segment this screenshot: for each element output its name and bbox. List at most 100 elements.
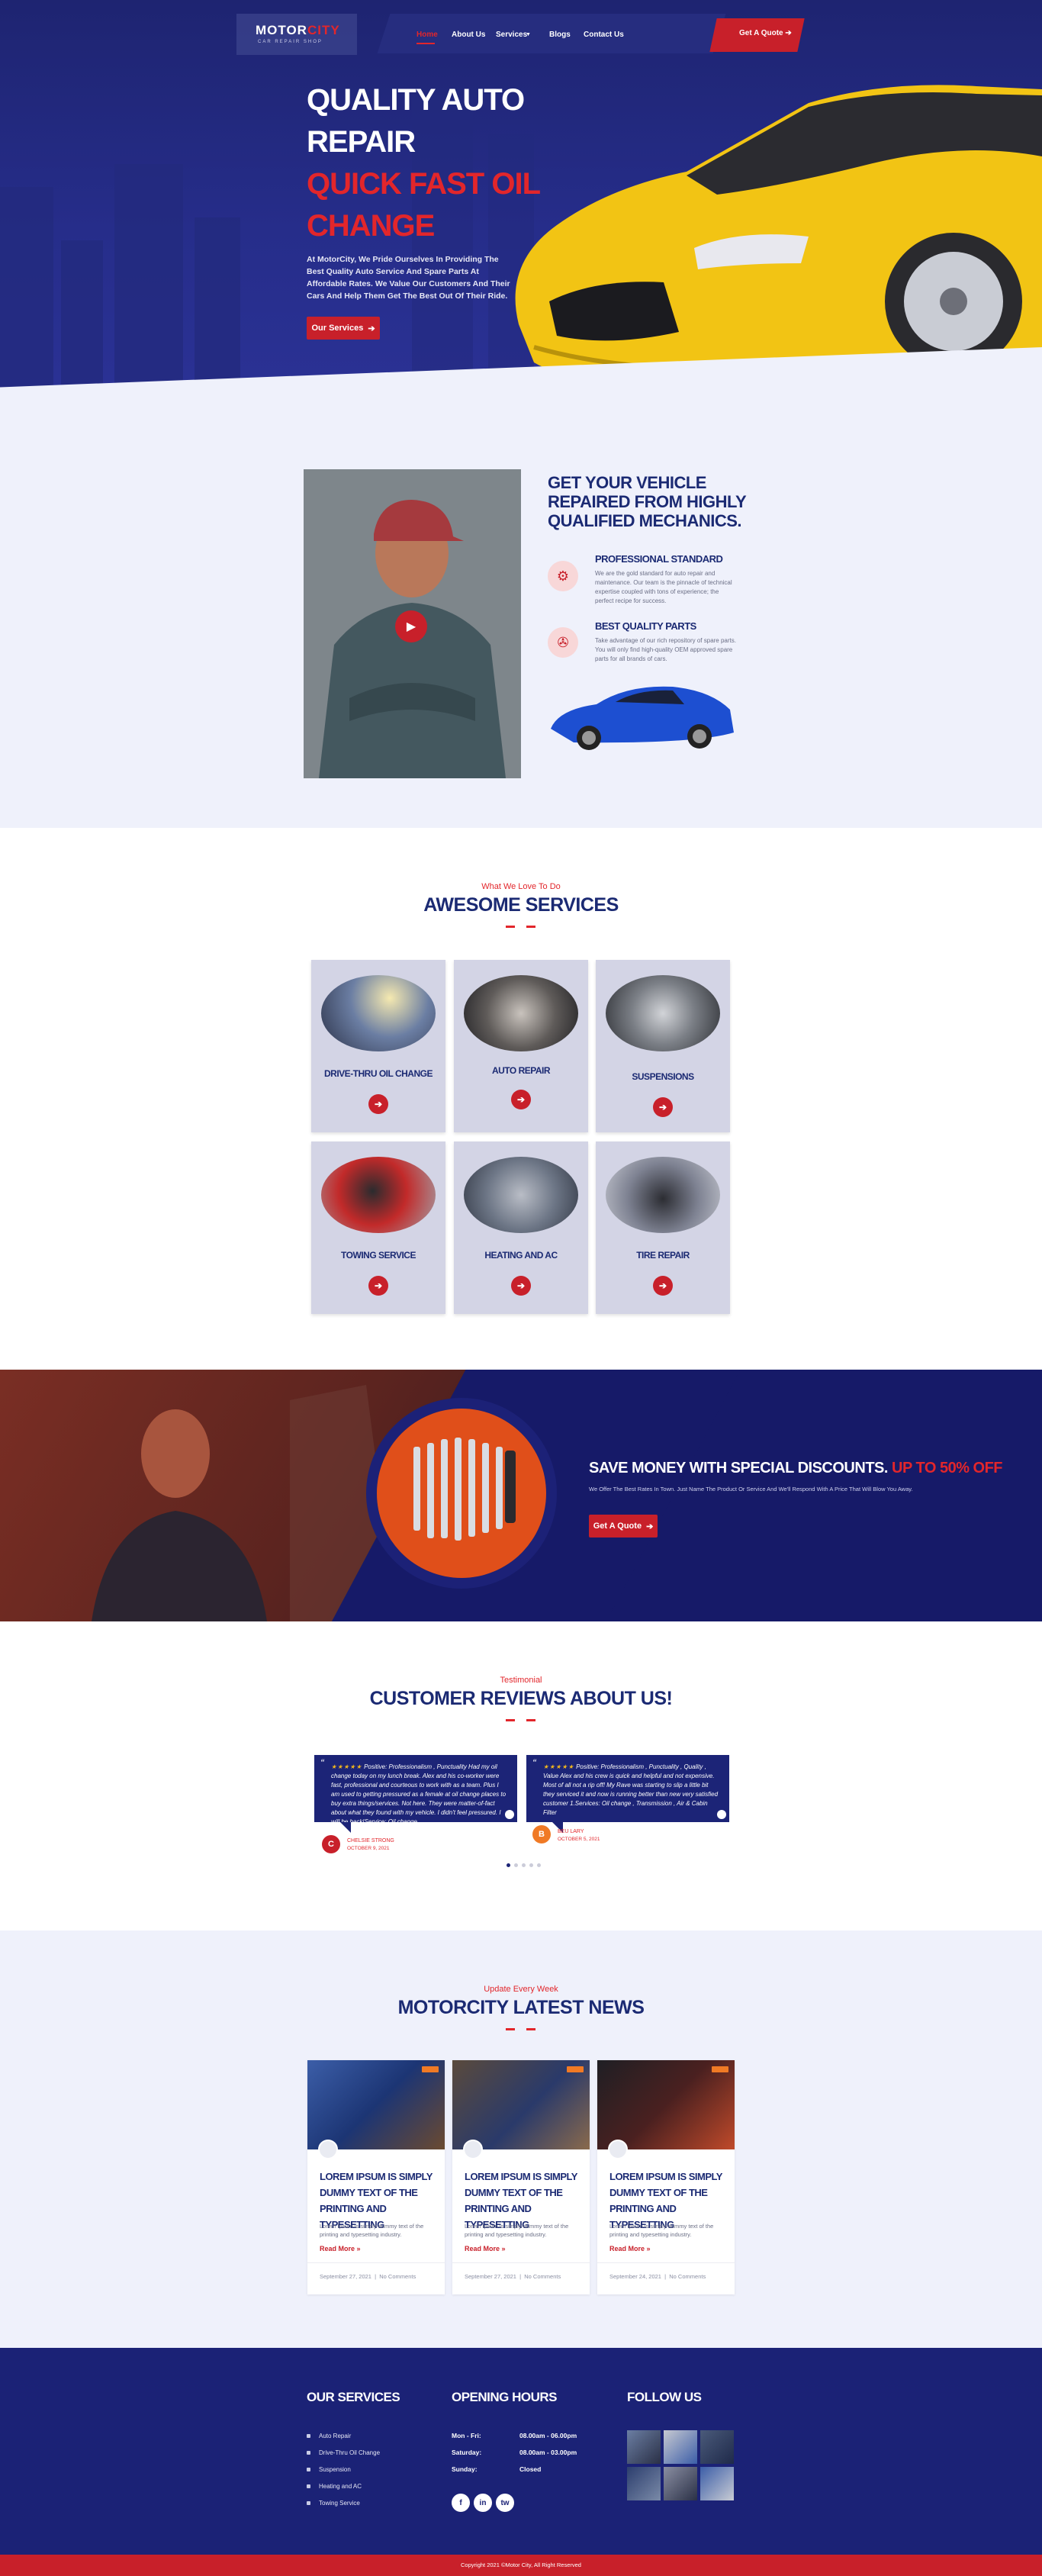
footer-service-link[interactable]: Heating and AC — [319, 2483, 362, 2490]
read-more-link[interactable]: Read More » — [320, 2245, 361, 2252]
service-name: DRIVE-THRU OIL CHANGE — [324, 1068, 433, 1079]
news-card[interactable]: LOREM IPSUM IS SIMPLY DUMMY TEXT OF THE … — [452, 2060, 590, 2294]
instagram-thumb[interactable] — [627, 2430, 661, 2464]
author-avatar — [463, 2140, 483, 2159]
carousel-dot[interactable] — [537, 1863, 541, 1867]
linkedin-icon[interactable]: in — [474, 2494, 492, 2512]
news-excerpt: Lorem Ipsum is simply dummy text of the … — [465, 2223, 569, 2238]
testimonials-section: Testimonial CUSTOMER REVIEWS ABOUT US! “… — [0, 1621, 1042, 1930]
service-image — [321, 1157, 436, 1233]
carousel-dot[interactable] — [507, 1863, 510, 1867]
hero-title-line4: CHANGE — [307, 209, 435, 243]
nav-about[interactable]: About Us — [452, 31, 485, 39]
bullet-icon — [307, 2501, 310, 2505]
footer-service-link[interactable]: Auto Repair — [319, 2433, 351, 2439]
instagram-thumb[interactable] — [700, 2430, 734, 2464]
hours-day: Mon - Fri: — [452, 2432, 481, 2439]
testimonials-kicker: Testimonial — [500, 1676, 542, 1685]
nav-contact[interactable]: Contact Us — [584, 31, 624, 39]
nav-blogs[interactable]: Blogs — [549, 31, 571, 39]
title-divider — [506, 1719, 515, 1721]
news-card[interactable]: LOREM IPSUM IS SIMPLY DUMMY TEXT OF THE … — [597, 2060, 735, 2294]
service-card[interactable]: TOWING SERVICE ➔ — [311, 1141, 445, 1314]
footer-service-link[interactable]: Towing Service — [319, 2500, 360, 2507]
arrow-right-icon[interactable]: ➔ — [368, 1094, 388, 1114]
discount-section: SAVE MONEY WITH SPECIAL DISCOUNTS. UP TO… — [0, 1370, 1042, 1621]
read-more-link[interactable]: Read More » — [465, 2245, 506, 2252]
logo[interactable]: MOTORCITY — [256, 23, 340, 38]
arrow-right-icon[interactable]: ➔ — [511, 1276, 531, 1296]
feature-text: Take advantage of our rich repository of… — [595, 637, 736, 662]
carousel-dot[interactable] — [514, 1863, 518, 1867]
carousel-dot[interactable] — [529, 1863, 533, 1867]
service-name: TOWING SERVICE — [341, 1250, 416, 1261]
get-quote-label[interactable]: Get A Quote ➔ — [739, 29, 792, 37]
reviewer-name: BEU LARY — [558, 1829, 584, 1834]
footer-service-link[interactable]: Drive-Thru Oil Change — [319, 2449, 380, 2456]
service-image — [321, 975, 436, 1051]
discount-quote-button[interactable]: Get A Quote ➔ — [589, 1515, 658, 1538]
star-rating: ★★★★★ — [543, 1763, 574, 1770]
copyright-text: Copyright 2021 ©Motor City, All Right Re… — [461, 2562, 581, 2568]
google-icon — [717, 1810, 726, 1819]
avatar: C — [322, 1835, 340, 1853]
discount-title: SAVE MONEY WITH SPECIAL DISCOUNTS. UP TO… — [589, 1460, 1003, 1476]
category-badge — [712, 2066, 728, 2072]
service-card[interactable]: AUTO REPAIR ➔ — [454, 960, 588, 1132]
instagram-thumb[interactable] — [627, 2467, 661, 2500]
chevron-down-icon[interactable]: ▼ — [526, 32, 531, 37]
read-more-link[interactable]: Read More » — [609, 2245, 651, 2252]
nav-services[interactable]: Services — [496, 31, 527, 39]
hours-time: 08.00am - 06.00pm — [519, 2432, 577, 2439]
title-divider — [506, 2028, 515, 2030]
nav-home[interactable]: Home — [416, 31, 438, 39]
bullet-icon — [307, 2451, 310, 2455]
news-excerpt: Lorem Ipsum is simply dummy text of the … — [609, 2223, 714, 2238]
instagram-thumb[interactable] — [664, 2467, 697, 2500]
title-divider — [526, 1719, 535, 1721]
about-title: GET YOUR VEHICLE REPAIRED FROM HIGHLY QU… — [548, 473, 746, 530]
divider — [307, 2262, 445, 2263]
hours-time: 08.00am - 03.00pm — [519, 2449, 577, 2456]
hours-day: Sunday: — [452, 2465, 478, 2473]
arrow-right-icon: ➔ — [785, 29, 792, 37]
bullet-icon — [307, 2484, 310, 2488]
news-meta: September 24, 2021 | No Comments — [609, 2273, 706, 2280]
news-meta: September 27, 2021 | No Comments — [465, 2273, 561, 2280]
service-image — [464, 1157, 578, 1233]
instagram-thumb[interactable] — [664, 2430, 697, 2464]
instagram-thumb[interactable] — [700, 2467, 734, 2500]
logo-subtitle: CAR REPAIR SHOP — [258, 40, 323, 44]
skyline-building — [114, 164, 183, 416]
our-services-button[interactable]: Our Services ➔ — [307, 317, 380, 340]
title-divider — [506, 926, 515, 928]
author-avatar — [608, 2140, 628, 2159]
mechanic-photo: ▶ — [304, 469, 521, 778]
service-card[interactable]: TIRE REPAIR ➔ — [596, 1141, 730, 1314]
bullet-icon — [307, 2468, 310, 2471]
carousel-dots[interactable] — [507, 1863, 541, 1867]
arrow-right-icon[interactable]: ➔ — [368, 1276, 388, 1296]
skyline-building — [0, 187, 53, 416]
service-card[interactable]: SUSPENSIONS ➔ — [596, 960, 730, 1132]
feature-title: PROFESSIONAL STANDARD — [595, 553, 723, 565]
hours-time: Closed — [519, 2465, 542, 2473]
arrow-right-icon[interactable]: ➔ — [653, 1097, 673, 1117]
footer-service-link[interactable]: Suspension — [319, 2466, 351, 2473]
service-card[interactable]: HEATING AND AC ➔ — [454, 1141, 588, 1314]
service-card[interactable]: DRIVE-THRU OIL CHANGE ➔ — [311, 960, 445, 1132]
wrench-set-icon — [413, 1438, 516, 1541]
divider — [452, 2262, 590, 2263]
news-card[interactable]: LOREM IPSUM IS SIMPLY DUMMY TEXT OF THE … — [307, 2060, 445, 2294]
title-divider — [526, 2028, 535, 2030]
arrow-right-icon[interactable]: ➔ — [653, 1276, 673, 1296]
review-tail — [340, 1822, 351, 1833]
discount-text: We Offer The Best Rates In Town. Just Na… — [589, 1486, 913, 1492]
play-video-button[interactable]: ▶ — [395, 610, 427, 642]
piston-icon: ✇ — [548, 627, 578, 658]
arrow-right-icon[interactable]: ➔ — [511, 1090, 531, 1109]
carousel-dot[interactable] — [522, 1863, 526, 1867]
twitter-icon[interactable]: tw — [496, 2494, 514, 2512]
facebook-icon[interactable]: f — [452, 2494, 470, 2512]
review-text: Positive: Professionalism , Punctuality … — [543, 1763, 719, 1816]
